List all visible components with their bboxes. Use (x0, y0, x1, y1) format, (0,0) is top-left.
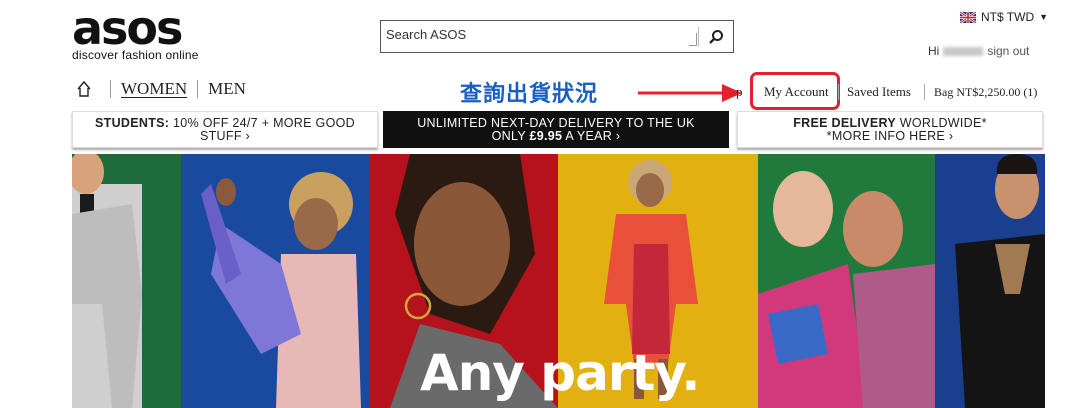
delivery-suffix: A YEAR › (562, 128, 621, 143)
students-promo-bold: STUDENTS: (95, 115, 170, 130)
annotation-label: 查詢出貨狀況 (460, 82, 599, 107)
hero-panel-6 (935, 154, 1045, 408)
search-input[interactable] (386, 27, 686, 42)
delivery-promo-line2: ONLY £9.95 A YEAR › (417, 128, 695, 143)
hero-banner[interactable]: Any party. (72, 154, 1045, 408)
delivery-price: £9.95 (529, 128, 563, 143)
my-account-link[interactable]: My Account (764, 84, 829, 100)
hero-headline: Any party. (420, 344, 700, 402)
main-nav: WOMEN MEN (76, 78, 246, 100)
worldwide-bold: FREE DELIVERY (793, 115, 896, 130)
worldwide-promo-banner[interactable]: FREE DELIVERY WORLDWIDE* *MORE INFO HERE… (737, 111, 1043, 148)
hero-panel-5 (758, 154, 935, 408)
redacted-username (943, 46, 984, 56)
delivery-promo-banner[interactable]: UNLIMITED NEXT-DAY DELIVERY TO THE UK ON… (383, 111, 729, 148)
worldwide-text: WORLDWIDE* (895, 115, 987, 130)
nav-divider (110, 80, 111, 98)
greeting-text: Hi (928, 44, 940, 58)
help-link[interactable]: p (736, 84, 743, 100)
delivery-prefix: ONLY (491, 128, 530, 143)
worldwide-promo-line2: *MORE INFO HERE › (826, 128, 954, 143)
currency-label: NT$ TWD (981, 10, 1035, 24)
nav-divider (197, 80, 199, 98)
search-field-mark (689, 33, 697, 46)
home-icon[interactable] (76, 80, 92, 98)
header-divider (838, 84, 839, 100)
nav-women[interactable]: WOMEN (121, 79, 187, 99)
model-figure-image (758, 171, 935, 408)
account-greeting: Hi sign out (928, 44, 1029, 58)
students-promo-banner[interactable]: STUDENTS: 10% OFF 24/7 + MORE GOOD STUFF… (72, 111, 378, 148)
model-figure-image (201, 172, 361, 408)
model-figure-image (955, 154, 1045, 408)
hero-panel-2 (181, 154, 370, 408)
annotation-arrow-icon (638, 84, 742, 102)
uk-flag-icon (960, 11, 976, 23)
hero-panel-1 (72, 154, 181, 408)
header-divider (924, 84, 925, 100)
logo-wordmark: asos (72, 1, 183, 55)
saved-items-link[interactable]: Saved Items (847, 84, 911, 100)
worldwide-promo-line1: FREE DELIVERY WORLDWIDE* (793, 115, 987, 130)
signout-link[interactable]: sign out (987, 44, 1029, 58)
asos-logo[interactable]: asos discover fashion online (72, 1, 202, 64)
currency-selector[interactable]: NT$ TWD ▼ (960, 10, 1048, 24)
chevron-down-icon: ▼ (1039, 12, 1049, 22)
search-box (380, 20, 734, 53)
model-figure-image (72, 154, 142, 408)
bag-link[interactable]: Bag NT$2,250.00 (1) (934, 85, 1037, 100)
logo-tagline: discover fashion online (72, 48, 199, 62)
students-promo-text: 10% OFF 24/7 + MORE GOOD STUFF › (169, 115, 355, 143)
search-icon (709, 29, 723, 44)
search-button[interactable] (699, 21, 733, 52)
nav-men[interactable]: MEN (208, 79, 246, 99)
